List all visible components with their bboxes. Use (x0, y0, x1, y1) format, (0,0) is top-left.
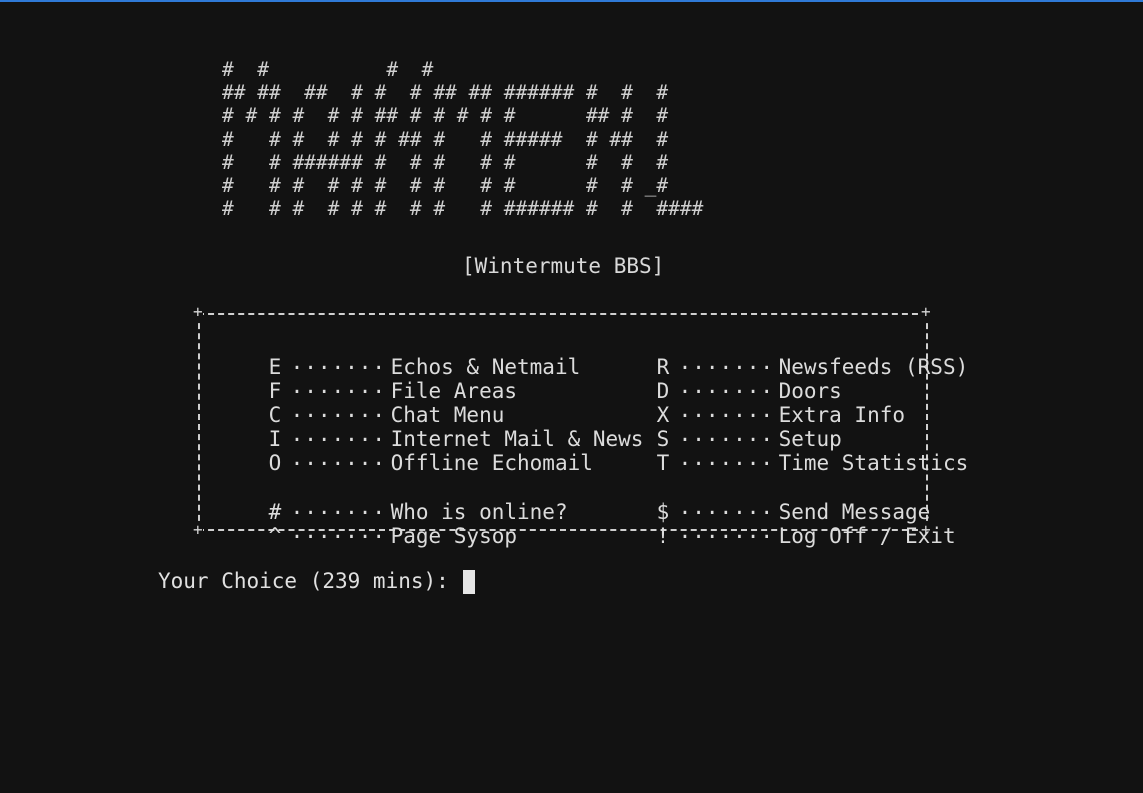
box-corner-top-left: + (193, 302, 203, 321)
menu-dots: ......... (678, 519, 779, 543)
menu-item-setup[interactable]: S.........Setup (606, 398, 842, 451)
prompt-label: Your Choice (239 mins): (158, 569, 462, 593)
menu-item-log-off[interactable]: !.........Log Off / Exit (606, 495, 956, 548)
banner-line: # # ###### # # # # # # # # (222, 150, 669, 174)
menu-label: Log Off / Exit (778, 524, 956, 548)
menu-item-time-statistics[interactable]: T.........Time Statistics (606, 422, 969, 475)
menu-item-page-sysop[interactable]: ^.........Page Sysop (218, 495, 517, 548)
menu-item-echos[interactable]: E.........Echos & Netmail (218, 326, 581, 379)
bbs-name: [Wintermute BBS] (462, 254, 665, 278)
menu-dots: ......... (290, 519, 391, 543)
terminal-screen: # # # # ## ## ## # # # ## ## ###### # # … (0, 2, 1143, 793)
banner-line: # # # # # # # # # ###### # # #### (222, 197, 704, 221)
menu-dots: ......... (678, 446, 779, 470)
menu-item-file-areas[interactable]: F.........File Areas (218, 350, 517, 403)
banner-line: # # # # # # # # # # # # _# (222, 174, 669, 198)
main-menu-ascii-banner: # # # # ## ## ## # # # ## ## ###### # # … (222, 58, 703, 220)
box-corner-bottom-left: + (193, 520, 203, 539)
menu-item-chat-menu[interactable]: C.........Chat Menu (218, 374, 505, 427)
menu-key: ^ (268, 524, 282, 548)
menu-dots: ......... (290, 446, 391, 470)
menu-item-who-online[interactable]: #.........Who is online? (218, 471, 568, 524)
text-cursor[interactable] (463, 570, 476, 594)
box-corner-top-right: + (921, 302, 931, 321)
menu-item-doors[interactable]: D.........Doors (606, 350, 842, 403)
menu-item-offline-echomail[interactable]: O.........Offline Echomail (218, 422, 593, 475)
menu-item-extra-info[interactable]: X.........Extra Info (606, 374, 905, 427)
menu-item-send-message[interactable]: $.........Send Message (606, 471, 931, 524)
menu-label: Page Sysop (390, 524, 518, 548)
banner-line: # # # # # # ## # # # # # ## # # (222, 104, 669, 128)
menu-key: ! (656, 524, 670, 548)
menu-item-newsfeeds[interactable]: R.........Newsfeeds (RSS) (606, 326, 969, 379)
menu-item-internet-mail[interactable]: I.........Internet Mail & News (218, 398, 644, 451)
banner-line: # # # # # # ## # # ##### # ## # (222, 127, 669, 151)
banner-line: # # # # (222, 58, 434, 81)
banner-line: ## ## ## # # # ## ## ###### # # # (222, 81, 669, 105)
command-prompt[interactable]: Your Choice (239 mins): (158, 568, 476, 594)
